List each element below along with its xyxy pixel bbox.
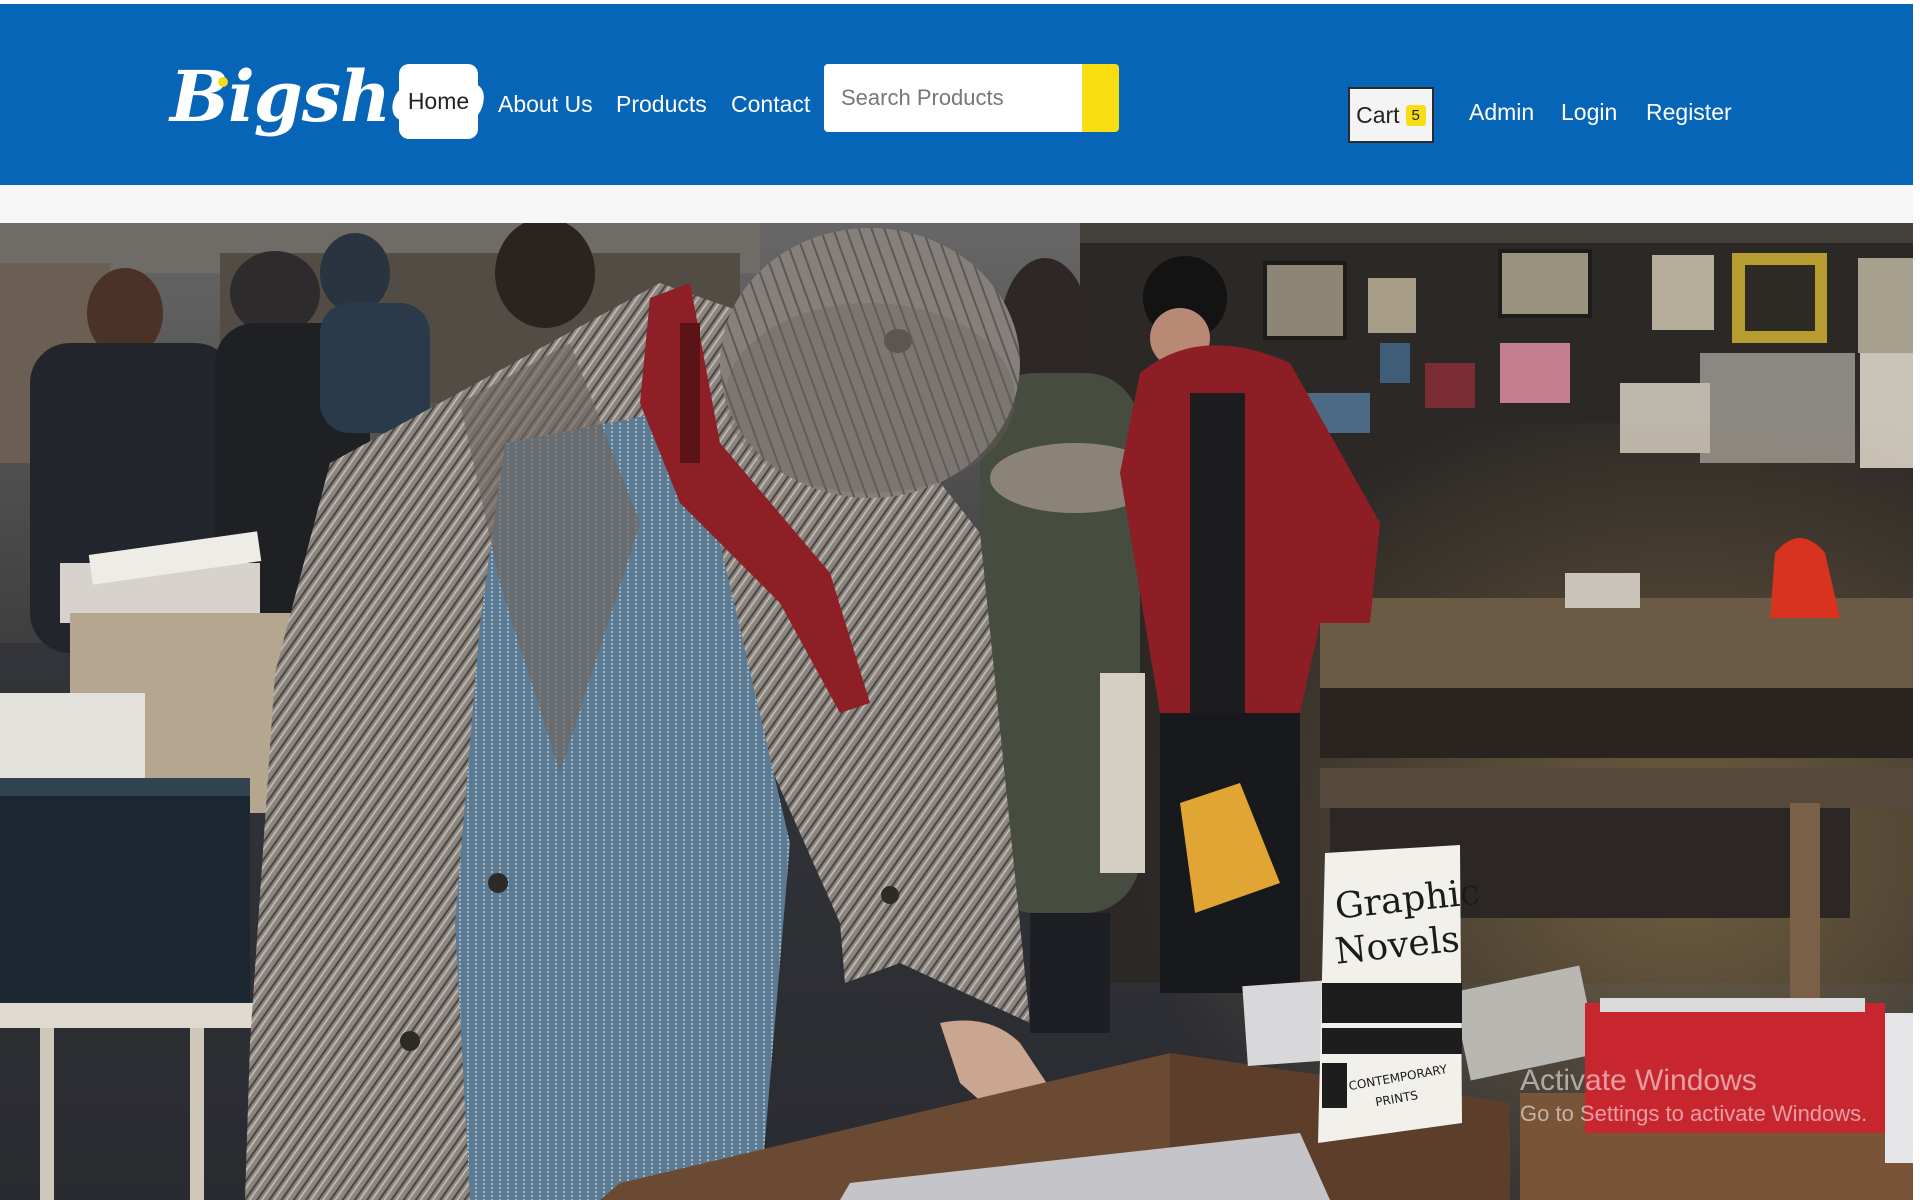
nav-admin-link[interactable]: Admin xyxy=(1469,101,1534,124)
hero-banner-image: Graphic Novels CONTEMPORARY PRINTS xyxy=(0,223,1913,1200)
search-input[interactable] xyxy=(824,64,1082,132)
graphic-novels-sign: Graphic Novels CONTEMPORARY PRINTS xyxy=(1318,845,1482,1143)
hero-illustration: Graphic Novels CONTEMPORARY PRINTS xyxy=(0,223,1913,1200)
nav-contact-link[interactable]: Contact xyxy=(731,93,810,116)
nav-register-link[interactable]: Register xyxy=(1646,101,1732,124)
navbar: Bigshop Home About Us Products Contact C… xyxy=(0,4,1913,185)
header-spacer xyxy=(0,185,1913,223)
nav-products-link[interactable]: Products xyxy=(616,93,707,116)
cart-label: Cart xyxy=(1356,101,1400,128)
watermark-title: Activate Windows xyxy=(1520,1064,1757,1097)
right-page-edge xyxy=(1913,0,1920,1200)
nav-login-link[interactable]: Login xyxy=(1561,101,1617,124)
cart-button[interactable]: Cart 5 xyxy=(1348,87,1434,143)
windows-activation-watermark: Activate Windows Go to Settings to activ… xyxy=(1520,1062,1867,1127)
nav-home-label: Home xyxy=(407,88,470,114)
watermark-subtitle: Go to Settings to activate Windows. xyxy=(1520,1100,1868,1126)
search-button[interactable] xyxy=(1082,64,1119,132)
logo-dot xyxy=(218,77,228,87)
page: Bigshop Home About Us Products Contact C… xyxy=(0,0,1920,1200)
cart-count-badge: 5 xyxy=(1405,104,1426,126)
nav-home-link[interactable]: Home xyxy=(399,64,478,139)
nav-about-link[interactable]: About Us xyxy=(498,93,593,116)
